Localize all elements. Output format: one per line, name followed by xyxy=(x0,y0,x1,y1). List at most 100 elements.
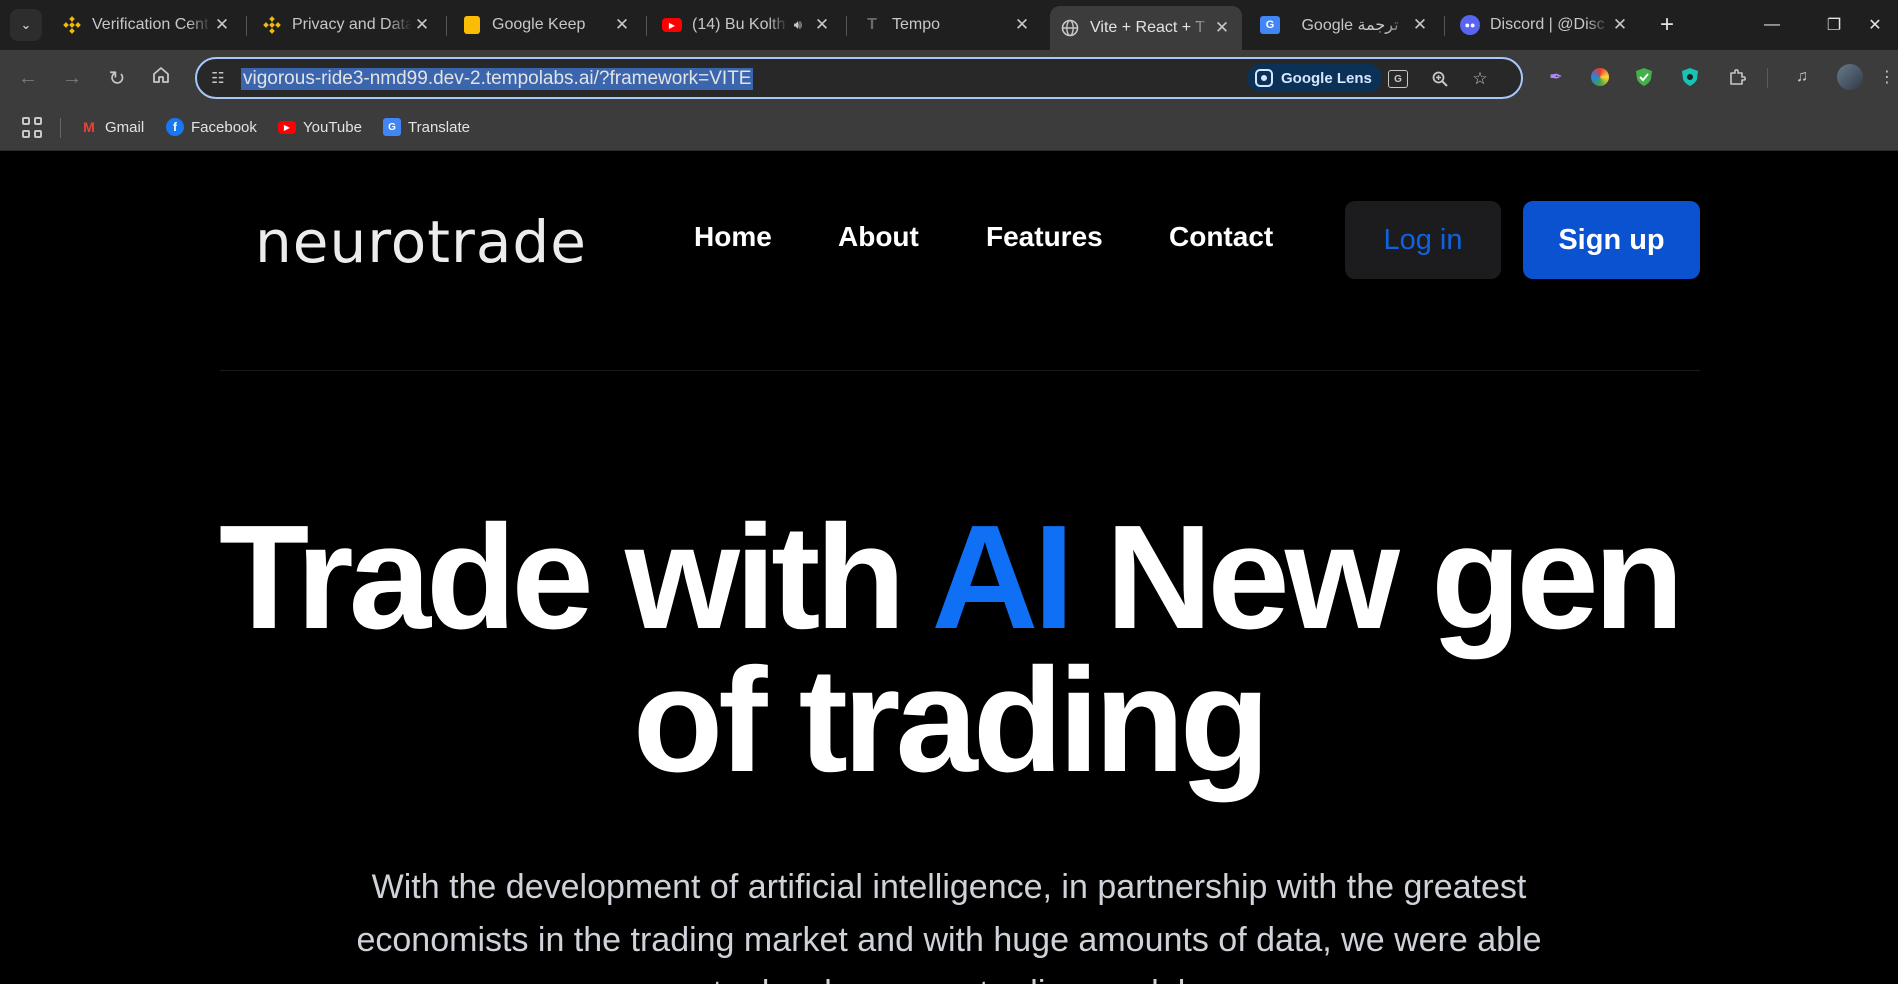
tab-separator xyxy=(446,16,447,36)
tab-privacy[interactable]: Privacy and Data ✕ xyxy=(252,6,442,44)
restore-icon: ❐ xyxy=(1826,17,1842,34)
tab-separator xyxy=(846,16,847,36)
nav-home-link[interactable]: Home xyxy=(694,221,772,253)
bookmark-youtube[interactable]: ▶ YouTube xyxy=(278,115,362,139)
speaker-icon[interactable]: 🔊︎ xyxy=(794,17,802,33)
close-icon[interactable]: ✕ xyxy=(412,15,432,35)
binance-icon xyxy=(262,15,282,35)
apps-grid-icon[interactable] xyxy=(22,117,44,139)
nav-about-link[interactable]: About xyxy=(838,221,919,253)
browser-toolbar: ← → ↻ ☷ vigorous-ride3-nmd99.dev-2.tempo… xyxy=(0,50,1898,105)
hero-text-part1: Trade with xyxy=(218,495,932,660)
back-button[interactable]: ← xyxy=(12,62,44,94)
home-icon xyxy=(152,66,170,90)
hero-subtitle: With the development of artificial intel… xyxy=(356,868,1542,984)
address-bar[interactable]: ☷ vigorous-ride3-nmd99.dev-2.tempolabs.a… xyxy=(195,57,1523,99)
bookmarks-separator xyxy=(60,118,61,138)
translate-icon: G xyxy=(1260,15,1280,35)
tab-separator xyxy=(246,16,247,36)
bookmark-label: Facebook xyxy=(191,118,257,136)
tab-title: Google ترجمة xyxy=(1301,17,1399,34)
close-icon[interactable]: ✕ xyxy=(1610,15,1630,35)
keep-icon xyxy=(462,15,482,35)
bookmark-label: Translate xyxy=(408,118,470,136)
close-icon[interactable]: ✕ xyxy=(212,15,232,35)
tab-title: Privacy and Data xyxy=(292,16,412,33)
translate-icon: G xyxy=(383,118,401,136)
minimize-icon: — xyxy=(1764,16,1780,33)
nav-features-link[interactable]: Features xyxy=(986,221,1103,253)
feather-extension-icon[interactable]: ✒ xyxy=(1543,64,1569,90)
signup-button[interactable]: Sign up xyxy=(1523,201,1700,279)
discord-icon: ●● xyxy=(1460,15,1480,35)
close-window-button[interactable]: ✕ xyxy=(1855,8,1895,42)
bookmarks-bar: M Gmail f Facebook ▶ YouTube G Translate xyxy=(0,105,1898,151)
hero-accent-text: AI xyxy=(931,495,1074,660)
facebook-icon: f xyxy=(166,118,184,136)
youtube-icon: ▶ xyxy=(662,15,682,35)
bookmark-translate[interactable]: G Translate xyxy=(383,115,470,139)
gmail-icon: M xyxy=(83,119,95,135)
web-page: neurotrade Home About Features Contact L… xyxy=(0,151,1898,984)
close-icon[interactable]: ✕ xyxy=(1012,15,1032,35)
reload-icon: ↻ xyxy=(108,67,126,90)
shield-extension-icon[interactable] xyxy=(1631,64,1657,90)
tab-title: Tempo xyxy=(892,16,941,33)
tab-search-button[interactable]: ⌄ xyxy=(10,9,42,41)
vpn-extension-icon[interactable] xyxy=(1677,64,1703,90)
bookmark-label: YouTube xyxy=(303,118,362,136)
tab-verification[interactable]: Verification Cent ✕ xyxy=(52,6,242,44)
bookmark-star-icon[interactable]: ☆ xyxy=(1467,67,1493,91)
close-icon[interactable]: ✕ xyxy=(612,15,632,35)
tab-vite-react[interactable]: Vite + React + T ✕ xyxy=(1050,6,1242,50)
media-controls-icon[interactable]: ♫ xyxy=(1789,64,1815,90)
tab-title: Google Keep xyxy=(492,16,586,33)
nav-contact-link[interactable]: Contact xyxy=(1169,221,1273,253)
binance-icon xyxy=(62,15,82,35)
bookmark-facebook[interactable]: f Facebook xyxy=(166,115,257,139)
tab-google-translate[interactable]: G Google ترجمة ✕ xyxy=(1250,6,1440,44)
new-tab-button[interactable]: + xyxy=(1652,10,1682,40)
header-divider xyxy=(220,370,1700,371)
hero-text-part2: New gen xyxy=(1069,495,1685,660)
extensions-puzzle-icon[interactable] xyxy=(1724,64,1750,90)
forward-button[interactable]: → xyxy=(56,62,88,94)
close-icon[interactable]: ✕ xyxy=(812,15,832,35)
home-button[interactable] xyxy=(145,62,177,94)
translate-page-icon[interactable]: G xyxy=(1385,67,1411,91)
hero-text-line2: of trading xyxy=(632,638,1270,803)
minimize-button[interactable]: — xyxy=(1752,8,1792,42)
hero-heading: Trade with AI New gen of trading xyxy=(0,504,1898,795)
tab-tempo[interactable]: T Tempo ✕ xyxy=(852,6,1042,44)
globe-icon xyxy=(1060,18,1080,38)
chevron-down-icon: ⌄ xyxy=(20,17,32,32)
tab-title: Discord | @Disc xyxy=(1490,16,1605,33)
tab-title: (14) Bu Kolth xyxy=(692,16,786,33)
tab-bar: ⌄ Verification Cent ✕ Privacy and Data ✕… xyxy=(0,0,1898,50)
tab-separator xyxy=(1444,16,1445,36)
tab-youtube[interactable]: ▶ (14) Bu Kolth 🔊︎ ✕ xyxy=(652,6,842,44)
site-settings-icon[interactable]: ☷ xyxy=(207,68,229,88)
google-lens-button[interactable]: Google Lens xyxy=(1247,64,1382,92)
close-icon[interactable]: ✕ xyxy=(1410,15,1430,35)
tab-separator xyxy=(646,16,647,36)
lens-icon xyxy=(1255,69,1273,87)
bookmark-gmail[interactable]: M Gmail xyxy=(80,115,144,139)
url-text[interactable]: vigorous-ride3-nmd99.dev-2.tempolabs.ai/… xyxy=(241,68,754,90)
profile-avatar[interactable] xyxy=(1837,64,1863,90)
arrow-right-icon: → xyxy=(62,66,82,89)
close-icon[interactable]: ✕ xyxy=(1212,18,1232,38)
tab-discord[interactable]: ●● Discord | @Disc ✕ xyxy=(1450,6,1640,44)
tempo-icon: T xyxy=(867,16,877,33)
color-extension-icon[interactable] xyxy=(1587,64,1613,90)
tab-google-keep[interactable]: Google Keep ✕ xyxy=(452,6,642,44)
menu-kebab-icon[interactable]: ⋮ xyxy=(1879,64,1895,90)
lens-label: Google Lens xyxy=(1281,69,1372,87)
plus-icon: + xyxy=(1659,11,1674,38)
login-button[interactable]: Log in xyxy=(1345,201,1501,279)
bookmark-label: Gmail xyxy=(105,118,145,136)
zoom-icon[interactable] xyxy=(1427,67,1453,91)
reload-button[interactable]: ↻ xyxy=(101,62,133,94)
site-logo[interactable]: neurotrade xyxy=(255,208,587,276)
restore-button[interactable]: ❐ xyxy=(1814,8,1854,42)
